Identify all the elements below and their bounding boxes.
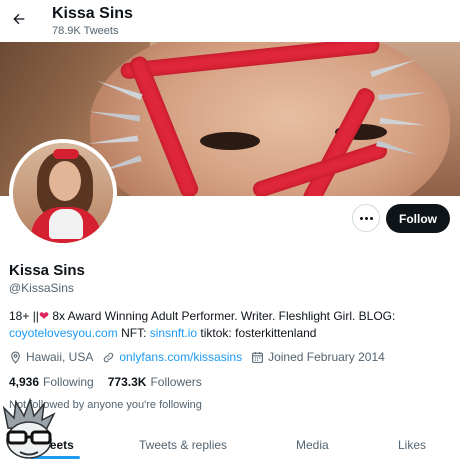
avatar[interactable] [9, 139, 117, 247]
link-icon [102, 351, 115, 364]
header-tweet-count: 78.9K Tweets [52, 25, 119, 37]
bio-link-nft[interactable]: sinsnft.io [150, 326, 197, 340]
location: Hawaii, USA [9, 350, 93, 364]
more-options-button[interactable] [352, 204, 380, 232]
location-pin-icon [9, 351, 22, 364]
follow-button[interactable]: Follow [386, 204, 450, 233]
heart-emoji: ❤ [38, 309, 49, 323]
tab-likes[interactable]: Likes [398, 438, 426, 452]
website[interactable]: onlyfans.com/kissasins [102, 350, 242, 364]
profile-meta: Hawaii, USA onlyfans.com/kissasins Joine… [9, 349, 394, 365]
join-date-text: Joined February 2014 [268, 350, 385, 364]
profile-header: Kissa Sins 78.9K Tweets [0, 0, 460, 42]
arrow-left-icon [13, 13, 25, 25]
followers-number: 773.3K [107, 375, 147, 389]
display-name: Kissa Sins [9, 262, 85, 279]
bio-text: 18+ || [9, 309, 39, 323]
banner-eye-left [200, 132, 260, 150]
following-number: 4,936 [9, 375, 40, 389]
bio-text: 8x Award Winning Adult Performer. Writer… [49, 309, 396, 323]
following-count[interactable]: 4,936 Following [9, 375, 94, 389]
following-label: Following [43, 375, 94, 389]
location-text: Hawaii, USA [26, 350, 94, 364]
more-horizontal-icon [359, 216, 373, 220]
back-button[interactable] [8, 8, 30, 30]
followers-count[interactable]: 773.3K Followers [108, 375, 202, 389]
avatar-face [49, 161, 81, 201]
mascot-watermark-icon [2, 398, 56, 459]
profile-bio: 18+ ||❤ 8x Award Winning Adult Performer… [9, 308, 449, 342]
calendar-icon [251, 351, 264, 364]
user-handle: @KissaSins [9, 281, 74, 295]
followers-label: Followers [150, 375, 202, 389]
join-date: Joined February 2014 [251, 350, 385, 364]
website-link[interactable]: onlyfans.com/kissasins [119, 350, 242, 364]
avatar-apron [49, 209, 83, 239]
tab-tweets-replies[interactable]: Tweets & replies [139, 438, 227, 452]
tab-media[interactable]: Media [296, 438, 329, 452]
bio-text: NFT: [117, 326, 150, 340]
avatar-headband [53, 149, 79, 159]
bio-text: tiktok: fosterkittenland [197, 326, 317, 340]
follow-counts: 4,936 Following 773.3K Followers [9, 375, 216, 389]
profile-tabs: Tweets Tweets & replies Media Likes [0, 432, 460, 460]
header-title: Kissa Sins [52, 5, 133, 22]
bio-link-blog[interactable]: coyotelovesyou.com [9, 326, 118, 340]
